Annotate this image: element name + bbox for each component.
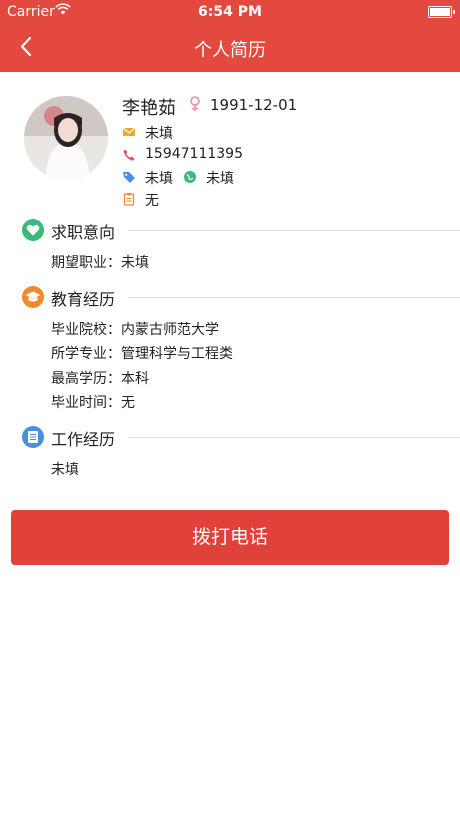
page-title: 个人简历 [194, 40, 266, 61]
clock: 6:54 PM [198, 4, 262, 20]
web-value: 未填 [206, 171, 234, 187]
female-icon [188, 96, 202, 116]
note-value: 无 [145, 193, 159, 209]
clipboard-icon [122, 192, 136, 206]
profile-name: 李艳茹 [122, 98, 176, 119]
status-bar: Carrier 6:54 PM [0, 0, 460, 24]
section-education: 教育经历 [22, 285, 460, 311]
nav-bar: 个人简历 [0, 24, 460, 72]
email-row: 未填 [122, 123, 242, 143]
web-row: 未填 [183, 168, 243, 188]
field-key: 所学专业： [51, 346, 121, 362]
field-key: 最高学历： [51, 371, 121, 387]
field-major: 所学专业：管理科学与工程类 [51, 343, 233, 363]
section-work-experience: 工作经历 [22, 425, 460, 451]
divider [128, 437, 460, 438]
section-job-intention: 求职意向 [22, 218, 460, 244]
document-icon [22, 426, 44, 448]
birthday: 1991-12-01 [210, 96, 298, 114]
tag-icon [122, 170, 136, 184]
field-value: 无 [121, 395, 135, 411]
field-value: 本科 [121, 371, 149, 387]
field-graduation-time: 毕业时间：无 [51, 392, 135, 412]
field-key: 期望职业： [51, 255, 121, 271]
field-key: 毕业院校： [51, 322, 121, 338]
section-title: 工作经历 [51, 430, 116, 449]
graduation-cap-icon [22, 286, 44, 308]
section-title: 教育经历 [51, 290, 116, 309]
phone-row[interactable]: 15947111395 [122, 146, 282, 166]
battery-icon [428, 6, 455, 18]
mail-icon [122, 125, 136, 139]
phone-icon [122, 148, 136, 162]
divider [128, 297, 460, 298]
email-value: 未填 [145, 126, 173, 142]
heart-icon [22, 219, 44, 241]
tag-row: 未填 [122, 168, 182, 188]
tag-value: 未填 [145, 171, 173, 187]
note-row: 无 [122, 190, 182, 210]
field-degree: 最高学历：本科 [51, 368, 149, 388]
avatar [24, 96, 108, 180]
globe-icon [183, 170, 197, 184]
field-value: 未填 [121, 255, 149, 271]
divider [128, 230, 460, 231]
field-school: 毕业院校：内蒙古师范大学 [51, 319, 219, 339]
section-title: 求职意向 [51, 223, 116, 242]
header: Carrier 6:54 PM 个人简历 [0, 0, 460, 72]
field-expected-job: 期望职业：未填 [51, 252, 149, 272]
field-key: 毕业时间： [51, 395, 121, 411]
field-value: 内蒙古师范大学 [121, 322, 219, 338]
resume-screen: Carrier 6:54 PM 个人简历 李艳茹 1991-12-01 未填 1… [0, 0, 460, 818]
field-work-text: 未填 [51, 462, 79, 478]
field-value: 管理科学与工程类 [121, 346, 233, 362]
phone-value: 15947111395 [145, 146, 243, 162]
call-button[interactable]: 拨打电话 [11, 510, 449, 565]
